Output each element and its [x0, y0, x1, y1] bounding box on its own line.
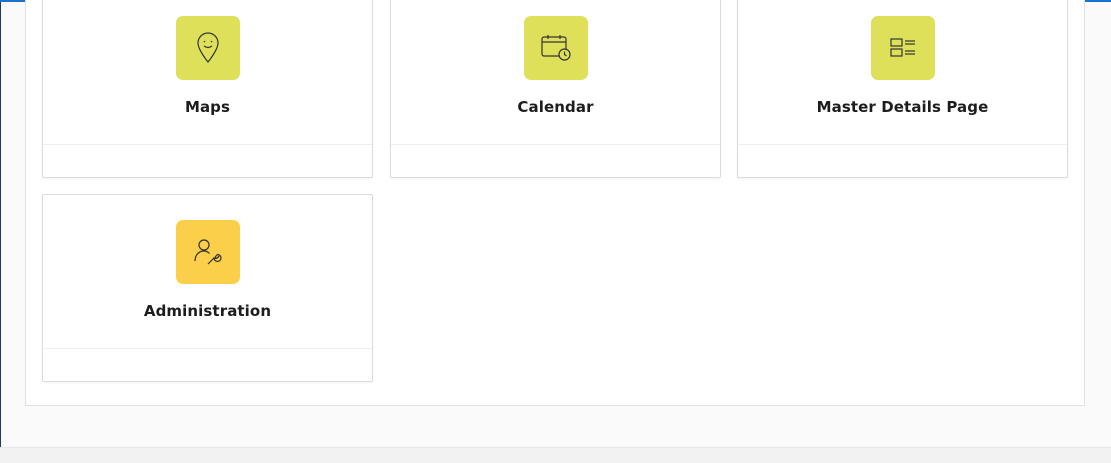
- card-body: Administration: [43, 195, 372, 349]
- card-maps[interactable]: Maps: [42, 0, 373, 178]
- card-body: Master Details Page: [738, 0, 1067, 145]
- card-footer: [43, 145, 372, 177]
- card-body: Calendar: [391, 0, 720, 145]
- page-footer: [0, 447, 1111, 463]
- card-title: Administration: [143, 302, 272, 320]
- card-footer: [391, 145, 720, 177]
- user-settings-icon: [175, 220, 240, 284]
- card-administration[interactable]: Administration: [42, 194, 373, 382]
- card-title: Maps: [184, 98, 231, 116]
- content-panel: Maps Calendar Master Details Page Admini…: [25, 0, 1085, 406]
- master-detail-icon: [870, 16, 935, 80]
- map-pin-icon: [175, 16, 240, 80]
- card-footer: [738, 145, 1067, 177]
- card-body: Maps: [43, 0, 372, 145]
- card-master-details-page[interactable]: Master Details Page: [737, 0, 1068, 178]
- card-footer: [43, 349, 372, 381]
- card-calendar[interactable]: Calendar: [390, 0, 721, 178]
- card-title: Master Details Page: [816, 98, 989, 116]
- calendar-clock-icon: [523, 16, 588, 80]
- card-title: Calendar: [517, 98, 594, 116]
